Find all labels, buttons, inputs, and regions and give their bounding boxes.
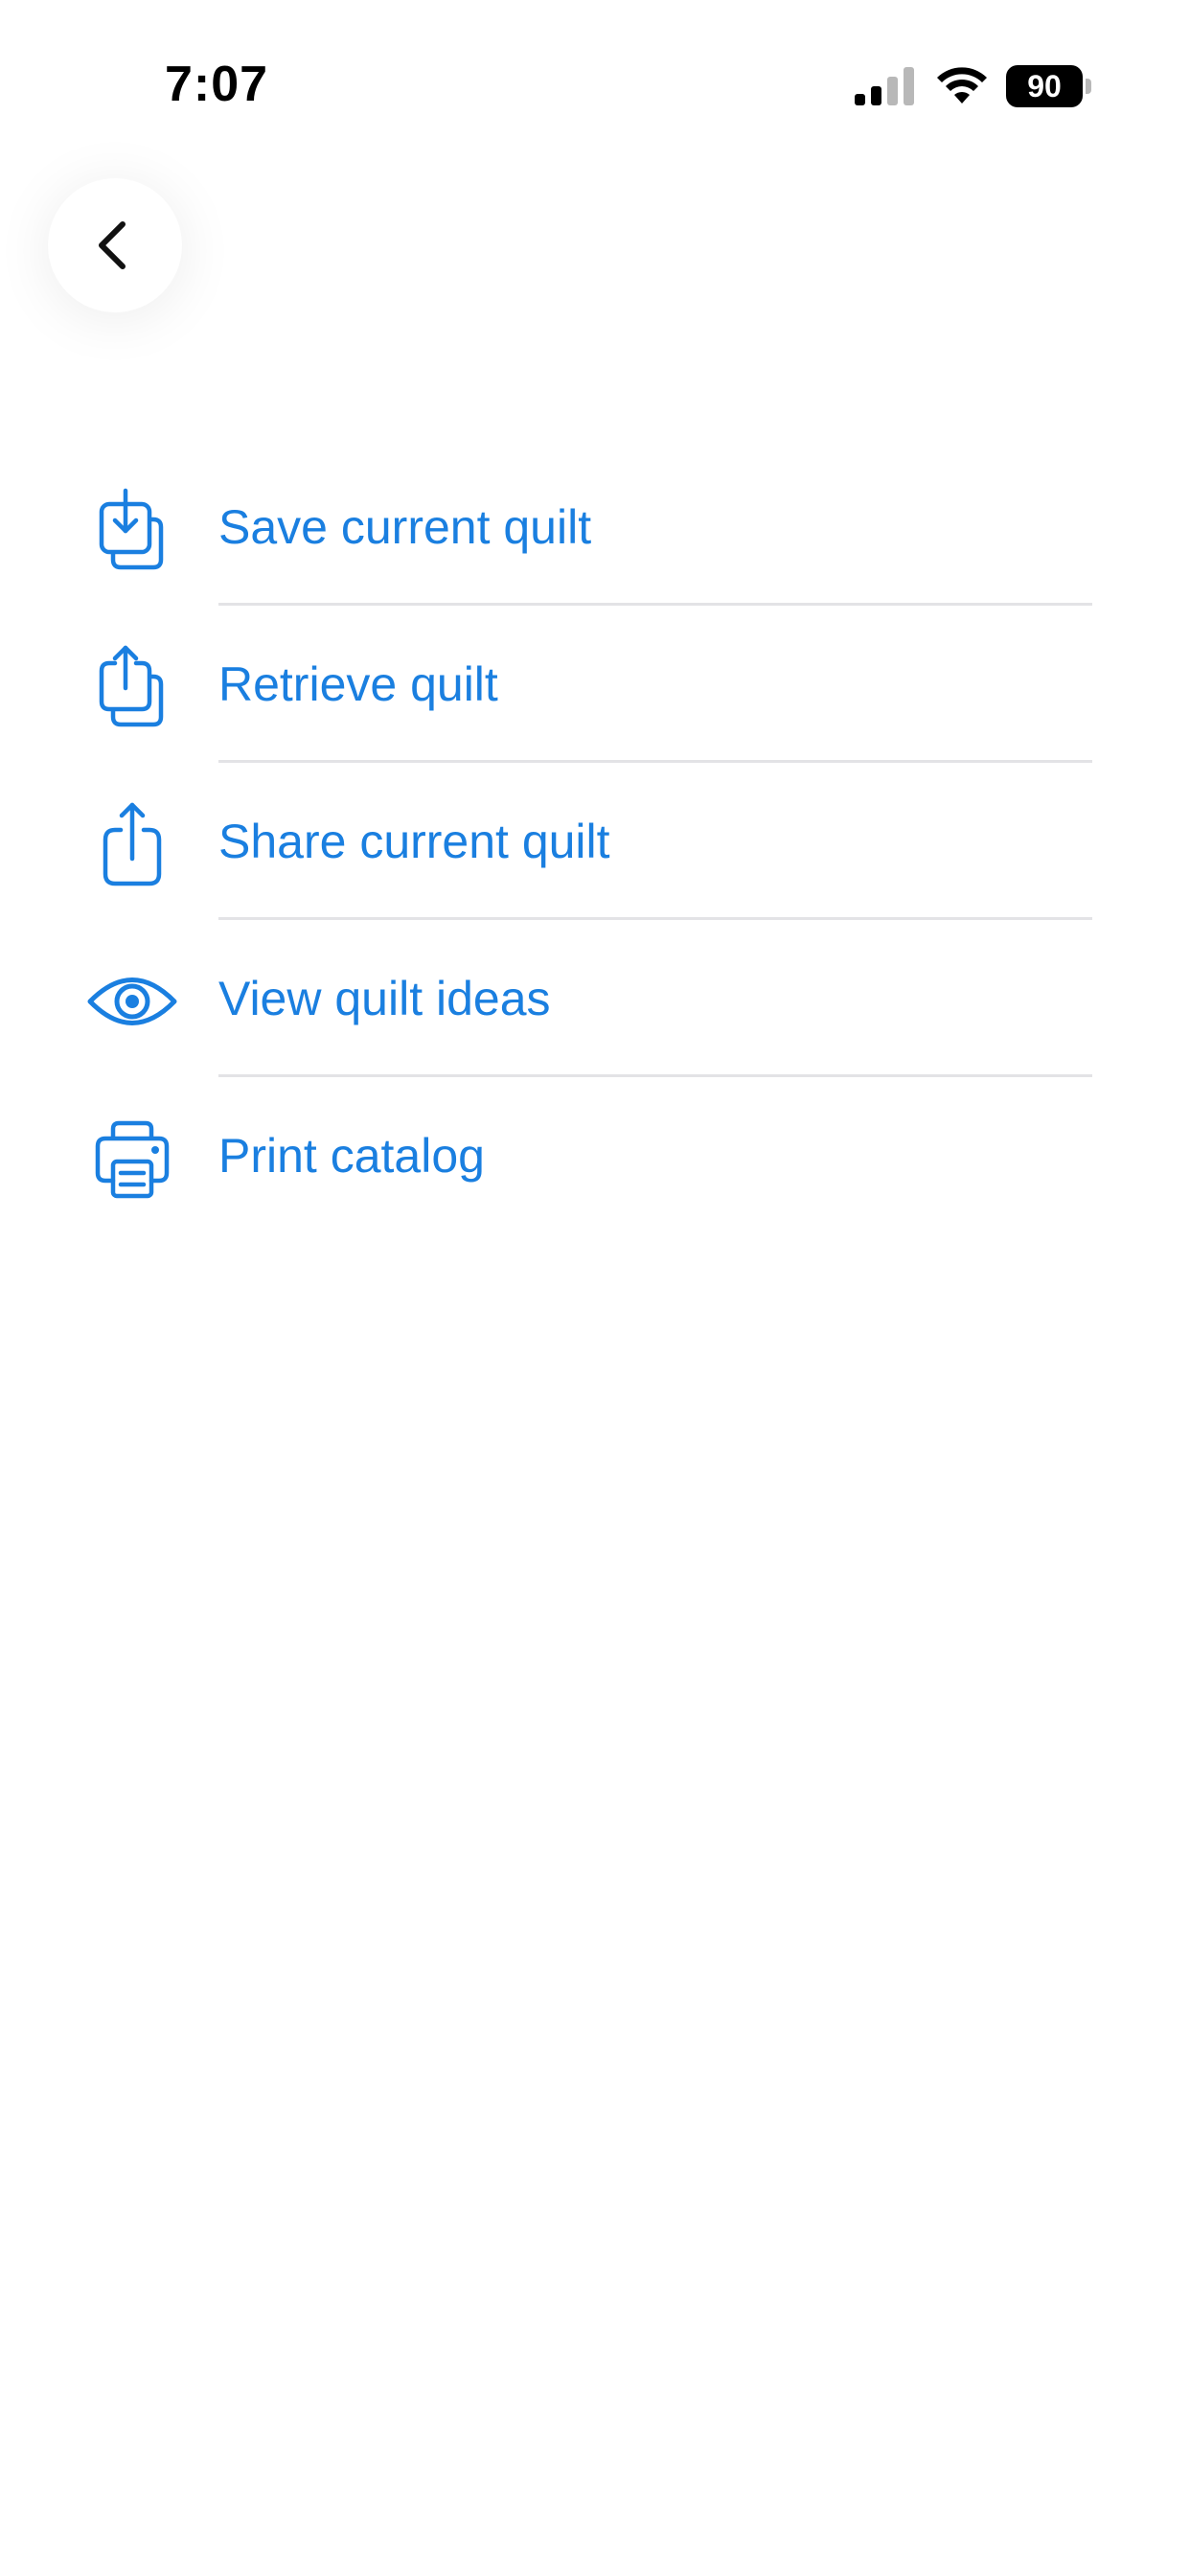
battery-tip xyxy=(1086,79,1091,94)
menu-item-view-quilt-ideas[interactable]: View quilt ideas xyxy=(0,920,1190,1077)
menu-item-label: Share current quilt xyxy=(218,815,610,868)
status-bar: 7:07 90 xyxy=(0,0,1190,144)
back-button[interactable] xyxy=(48,178,182,312)
retrieve-upload-icon xyxy=(84,644,180,730)
battery-level: 90 xyxy=(1027,69,1062,104)
wifi-icon xyxy=(933,65,991,107)
menu-item-retrieve-quilt[interactable]: Retrieve quilt xyxy=(0,606,1190,763)
save-download-icon xyxy=(84,487,180,573)
menu-item-label: Retrieve quilt xyxy=(218,657,498,711)
share-icon xyxy=(84,801,180,887)
cellular-signal-icon xyxy=(853,65,916,107)
eye-icon xyxy=(84,958,180,1045)
menu-item-save-current-quilt[interactable]: Save current quilt xyxy=(0,448,1190,606)
menu-item-label: Save current quilt xyxy=(218,500,592,554)
menu-item-label: View quilt ideas xyxy=(218,972,551,1025)
menu-item-print-catalog[interactable]: Print catalog xyxy=(0,1077,1190,1234)
menu-item-label: Print catalog xyxy=(218,1129,485,1183)
chevron-left-icon xyxy=(99,221,126,269)
printer-icon xyxy=(84,1116,180,1202)
menu-item-share-current-quilt[interactable]: Share current quilt xyxy=(0,763,1190,920)
battery-icon: 90 xyxy=(1006,65,1092,107)
menu-list: Save current quilt Retrieve quilt Share … xyxy=(0,448,1190,1234)
status-time: 7:07 xyxy=(165,57,269,112)
